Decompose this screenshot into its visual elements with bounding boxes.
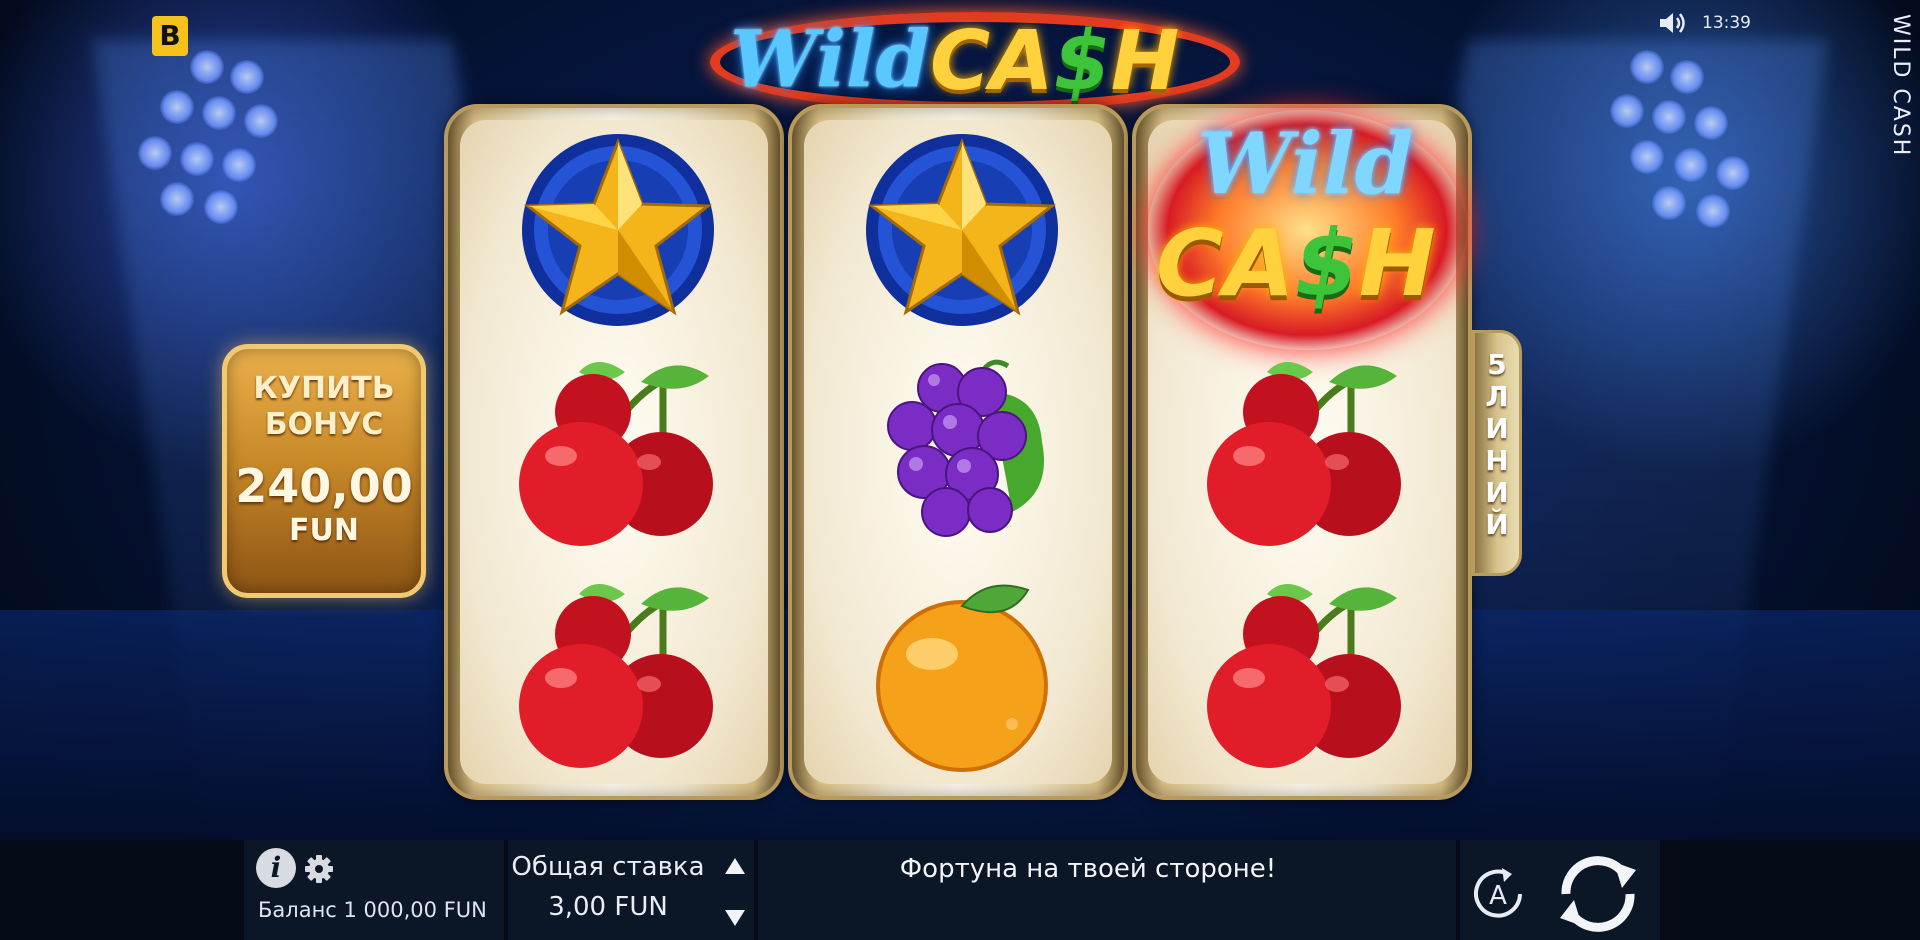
reel-cell: [460, 120, 776, 340]
autoplay-icon[interactable]: A: [1466, 862, 1530, 926]
left-spotlight-cluster: [130, 40, 330, 240]
spin-icon[interactable]: [1552, 848, 1644, 940]
buy-bonus-amount: 240,00: [235, 459, 413, 513]
gear-icon[interactable]: [304, 854, 334, 884]
reel-cell: [460, 564, 776, 784]
star-symbol-icon: [522, 134, 714, 326]
brand-logo: B: [152, 16, 188, 56]
cherry-symbol-icon: [1207, 362, 1401, 546]
game-logo: Wild CA$H: [690, 4, 1250, 114]
star-symbol-icon: [866, 134, 1058, 326]
cherry-symbol-icon: [519, 362, 713, 546]
status-message: Фортуна на твоей стороне!: [899, 854, 1277, 884]
reel-cell: [1148, 564, 1464, 784]
paylines-letter: Й: [1485, 508, 1509, 541]
reel-cell: [804, 564, 1120, 784]
paylines-letter: И: [1485, 412, 1509, 445]
bet-increase-icon[interactable]: [722, 854, 748, 878]
logo-cash-part2: H: [1110, 14, 1180, 109]
reel-1: [444, 104, 784, 800]
balance-display: Баланс 1 000,00 FUN: [258, 898, 487, 922]
wild-symbol-part2: H: [1358, 210, 1436, 317]
reel-cell: [804, 342, 1120, 562]
reel-3: Wild CA$H: [1132, 104, 1472, 800]
logo-wild-word: Wild: [730, 14, 931, 105]
game-title-vertical: WILD CASH: [1888, 14, 1913, 158]
logo-cash-part1: CA: [930, 14, 1054, 109]
logo-cash-word: CA$H: [930, 14, 1179, 109]
cherry-symbol-icon: [519, 584, 713, 768]
wild-symbol-dollar: $: [1294, 210, 1359, 317]
paylines-letter: Л: [1485, 380, 1509, 413]
paylines-letter: И: [1485, 476, 1509, 509]
paylines-letter: Н: [1485, 444, 1509, 477]
grapes-symbol-icon: [887, 359, 1044, 537]
total-bet-label: Общая ставка: [511, 852, 705, 882]
speaker-icon[interactable]: [1658, 10, 1688, 36]
wild-cash-symbol: Wild CA$H: [1138, 100, 1478, 360]
cherry-symbol-icon: [1207, 584, 1401, 768]
buy-bonus-line2: БОНУС: [264, 407, 384, 442]
info-icon[interactable]: i: [256, 848, 296, 888]
clock: 13:39: [1702, 13, 1751, 33]
buy-bonus-title: КУПИТЬ БОНУС: [227, 371, 421, 443]
reel-cell: [1148, 342, 1464, 562]
wild-symbol-word1: Wild: [1198, 114, 1414, 213]
buy-bonus-currency: FUN: [289, 513, 359, 548]
wild-symbol-part1: CA: [1156, 210, 1295, 317]
paylines-tab: 5 Л И Н И Й: [1472, 330, 1522, 576]
buy-bonus-line1: КУПИТЬ: [253, 371, 395, 406]
reel-cell: Wild CA$H: [1148, 110, 1466, 350]
reels-area: Wild CA$H: [444, 104, 1472, 800]
wild-symbol-word2: CA$H: [1156, 210, 1436, 317]
reel-cell: [460, 342, 776, 562]
logo-dollar-sign: $: [1053, 14, 1111, 109]
orange-symbol-icon: [876, 584, 1048, 772]
right-spotlight-cluster: [1590, 40, 1790, 240]
reel-cell: [804, 120, 1120, 340]
paylines-count: 5: [1487, 348, 1507, 381]
bet-decrease-icon[interactable]: [722, 906, 748, 930]
reel-2: [788, 104, 1128, 800]
buy-bonus-button[interactable]: КУПИТЬ БОНУС 240,00 FUN: [222, 344, 426, 598]
svg-text:A: A: [1489, 881, 1507, 911]
status-area: 13:39: [1658, 10, 1751, 36]
total-bet-value: 3,00 FUN: [548, 892, 668, 922]
